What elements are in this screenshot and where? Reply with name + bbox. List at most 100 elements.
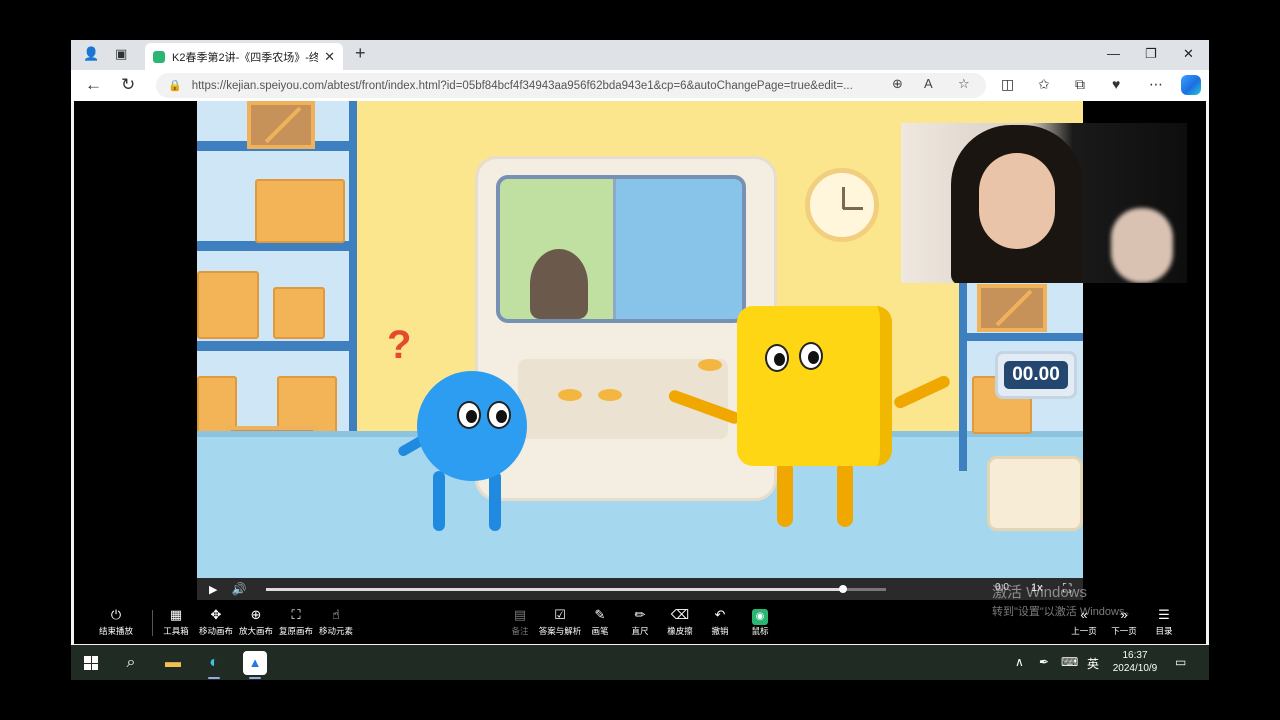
windows-taskbar: ⌕ ▬ ◐ ▲ ∧ ✒ ⌨ 英 16:37 2024/10/9 ▭ xyxy=(71,645,1209,680)
restore-icon: ⛶ xyxy=(291,607,301,622)
progress-knob[interactable] xyxy=(838,585,847,593)
tray-chevron-icon[interactable]: ∧ xyxy=(1015,655,1024,669)
wall-clock xyxy=(805,168,879,242)
tab-title: K2春季第2讲-《四季农场》-终版 xyxy=(172,51,319,64)
pen-label: 画笔 xyxy=(591,626,609,636)
zoom-in-icon: ⊕ xyxy=(250,607,262,622)
prev-page-label: 上一页 xyxy=(1071,626,1097,636)
move-canvas-button[interactable]: ✥ 移动画布 xyxy=(194,607,238,637)
tab-active[interactable]: K2春季第2讲-《四季农场》-终版 ✕ xyxy=(145,43,343,70)
checkbox-icon: ☑ xyxy=(554,607,566,622)
eye xyxy=(765,344,789,372)
blue-leg xyxy=(433,471,445,531)
crate xyxy=(977,284,1047,332)
read-aloud-icon[interactable]: A xyxy=(924,76,933,91)
move-element-button[interactable]: ☝ 移动元素 xyxy=(314,607,358,637)
file-explorer-icon[interactable]: ▬ xyxy=(161,651,185,675)
mouse-label: 鼠标 xyxy=(751,626,769,636)
question-mark: ? xyxy=(387,323,412,367)
favorites-icon[interactable]: ✩ xyxy=(1038,76,1050,93)
stopwatch-display: 00.00 xyxy=(1004,361,1068,389)
teacher-hand xyxy=(1111,208,1173,283)
collections-icon[interactable]: ⧉ xyxy=(1075,76,1085,93)
zoom-icon[interactable]: ⊕ xyxy=(892,76,903,92)
machine-button xyxy=(598,389,622,401)
address-row: ← ↻ 🔒 https://kejian.speiyou.com/abtest/… xyxy=(71,70,1209,101)
stopwatch: 00.00 xyxy=(995,351,1077,399)
close-window-button[interactable]: ✕ xyxy=(1183,46,1194,62)
screen-left-panel xyxy=(500,179,613,319)
cube-arm xyxy=(892,373,952,411)
undo-icon: ↶ xyxy=(714,607,726,622)
teacher-face xyxy=(979,153,1055,249)
profile-icon[interactable]: 👤 xyxy=(83,46,99,62)
notes-button[interactable]: ▤ 备注 xyxy=(498,607,542,637)
progress-fill xyxy=(266,588,843,591)
undo-button[interactable]: ↶ 撤销 xyxy=(698,607,742,637)
new-tab-button[interactable]: + xyxy=(355,43,366,64)
eye xyxy=(487,401,511,429)
progress-bar[interactable] xyxy=(266,585,886,593)
more-options-icon[interactable]: ⋯ xyxy=(1149,76,1163,93)
favorite-star-icon[interactable]: ☆ xyxy=(958,76,970,92)
answer-analysis-button[interactable]: ☑ 答案与解析 xyxy=(538,607,582,637)
address-bar[interactable]: 🔒 https://kejian.speiyou.com/abtest/fron… xyxy=(156,73,986,98)
brush-icon: ✎ xyxy=(594,607,606,622)
extensions-icon[interactable]: ♥ xyxy=(1112,76,1120,92)
answer-analysis-label: 答案与解析 xyxy=(538,626,582,636)
list-icon: ☰ xyxy=(1158,607,1170,622)
power-icon: ⏻ xyxy=(110,607,122,622)
url-text: https://kejian.speiyou.com/abtest/front/… xyxy=(191,79,853,92)
ime-indicator[interactable]: 英 xyxy=(1087,655,1099,672)
pencil-icon: ✏ xyxy=(634,607,646,622)
ruler-button[interactable]: ✏ 直尺 xyxy=(618,607,662,637)
hedgehog-character xyxy=(530,249,588,319)
zoom-canvas-label: 放大画布 xyxy=(238,626,273,636)
eraser-icon: ⌫ xyxy=(670,607,690,622)
machine-screen xyxy=(496,175,746,323)
windows-start-icon[interactable] xyxy=(84,656,98,670)
classroom-app-icon[interactable]: ▲ xyxy=(243,651,267,679)
eraser-label: 橡皮擦 xyxy=(667,626,693,636)
restore-button[interactable]: ❐ xyxy=(1145,46,1157,62)
system-clock[interactable]: 16:37 2024/10/9 xyxy=(1107,649,1163,675)
clock-date: 2024/10/9 xyxy=(1112,663,1158,674)
back-icon[interactable]: ← xyxy=(85,75,102,95)
copilot-icon[interactable] xyxy=(1181,75,1201,95)
split-screen-icon[interactable]: ◫ xyxy=(1001,76,1014,93)
volume-icon[interactable]: 🔊 xyxy=(231,582,246,596)
notes-icon: ▤ xyxy=(513,607,527,622)
refresh-icon[interactable]: ↻ xyxy=(121,75,135,95)
shelf-board xyxy=(959,333,1083,341)
tab-actions-icon[interactable]: ▣ xyxy=(115,46,127,62)
keyboard-icon[interactable]: ⌨ xyxy=(1061,655,1078,669)
activation-watermark: 激活 Windows xyxy=(992,584,1088,601)
undo-label: 撤销 xyxy=(711,626,729,636)
zoom-canvas-button[interactable]: ⊕ 放大画布 xyxy=(234,607,278,637)
eye xyxy=(799,342,823,370)
eye xyxy=(457,401,481,429)
box xyxy=(197,271,259,339)
pen-button[interactable]: ✎ 画笔 xyxy=(578,607,622,637)
box xyxy=(255,179,345,243)
end-play-button[interactable]: ⏻ 结束播放 xyxy=(94,607,138,637)
edge-browser-icon[interactable]: ◐ xyxy=(202,651,226,679)
toolbox-button[interactable]: ▦ 工具箱 xyxy=(154,607,198,637)
joystick-knob xyxy=(698,359,722,371)
tab-close-icon[interactable]: ✕ xyxy=(324,49,335,65)
restore-canvas-button[interactable]: ⛶ 复原画布 xyxy=(274,607,318,637)
pen-tray-icon[interactable]: ✒ xyxy=(1039,655,1049,669)
search-icon[interactable]: ⌕ xyxy=(119,651,143,675)
mouse-button[interactable]: ◉ 鼠标 xyxy=(738,607,782,637)
shelf-board xyxy=(197,341,357,351)
yellow-cube-character xyxy=(737,306,892,466)
shelf-post xyxy=(349,101,357,441)
notification-icon[interactable]: ▭ xyxy=(1175,655,1186,669)
eraser-button[interactable]: ⌫ 橡皮擦 xyxy=(658,607,702,637)
minimize-button[interactable]: — xyxy=(1107,46,1120,61)
shelf-post xyxy=(959,281,967,471)
contents-button[interactable]: ☰ 目录 xyxy=(1142,607,1186,637)
clock-time: 16:37 xyxy=(1122,650,1148,661)
hand-icon: ☝ xyxy=(332,607,340,622)
play-icon[interactable]: ▶ xyxy=(209,583,217,596)
